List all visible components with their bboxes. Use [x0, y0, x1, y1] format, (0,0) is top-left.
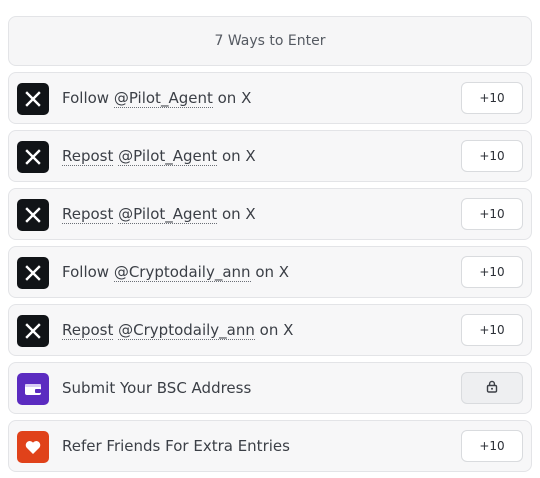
entry-label-suffix: on X	[217, 205, 256, 223]
entry-row-submit-bsc-address[interactable]: Submit Your BSC Address	[8, 362, 532, 414]
entry-label: Follow @Cryptodaily_ann on X	[62, 247, 289, 297]
points-button[interactable]: +10	[461, 198, 523, 230]
points-button[interactable]: +10	[461, 314, 523, 346]
repost-link[interactable]: Repost	[62, 321, 114, 340]
entry-row-repost-pilot-agent-2[interactable]: Repost @Pilot_Agent on X +10	[8, 188, 532, 240]
entry-label-suffix: on X	[212, 89, 252, 107]
entry-label: Repost @Pilot_Agent on X	[62, 189, 256, 239]
account-link[interactable]: @Pilot_Agent	[113, 89, 213, 108]
entry-label-text: Follow	[62, 89, 114, 107]
account-link[interactable]: @Pilot_Agent	[118, 205, 218, 224]
repost-link[interactable]: Repost	[62, 205, 114, 224]
entry-label: Submit Your BSC Address	[62, 379, 252, 397]
entry-row-follow-cryptodaily[interactable]: Follow @Cryptodaily_ann on X +10	[8, 246, 532, 298]
entry-label: Repost @Pilot_Agent on X	[62, 131, 256, 181]
entry-label-text: Follow	[62, 263, 114, 281]
x-logo-icon	[17, 83, 49, 115]
wallet-icon	[17, 373, 49, 405]
x-logo-icon	[17, 199, 49, 231]
entry-row-repost-cryptodaily[interactable]: Repost @Cryptodaily_ann on X +10	[8, 304, 532, 356]
entries-header: 7 Ways to Enter	[8, 16, 532, 66]
account-link[interactable]: @Pilot_Agent	[118, 147, 218, 166]
lock-icon	[486, 380, 498, 396]
x-logo-icon	[17, 257, 49, 289]
x-logo-icon	[17, 315, 49, 347]
account-link[interactable]: @Cryptodaily_ann	[113, 263, 251, 282]
heart-icon	[17, 431, 49, 463]
x-logo-icon	[17, 141, 49, 173]
repost-link[interactable]: Repost	[62, 147, 114, 166]
points-button[interactable]: +10	[461, 140, 523, 172]
locked-button[interactable]	[461, 372, 523, 404]
entry-row-follow-pilot-agent[interactable]: Follow @Pilot_Agent on X +10	[8, 72, 532, 124]
entry-row-repost-pilot-agent[interactable]: Repost @Pilot_Agent on X +10	[8, 130, 532, 182]
points-button[interactable]: +10	[461, 82, 523, 114]
entry-row-refer-friends[interactable]: Refer Friends For Extra Entries +10	[8, 420, 532, 472]
entry-label-suffix: on X	[217, 147, 256, 165]
entry-label: Repost @Cryptodaily_ann on X	[62, 305, 293, 355]
entry-label: Follow @Pilot_Agent on X	[62, 73, 251, 123]
points-button[interactable]: +10	[461, 256, 523, 288]
entry-label-suffix: on X	[254, 321, 294, 339]
entry-label: Refer Friends For Extra Entries	[62, 437, 290, 455]
entry-methods-panel: 7 Ways to Enter Follow @Pilot_Agent on X…	[0, 0, 540, 478]
entries-title: 7 Ways to Enter	[214, 33, 326, 49]
points-button[interactable]: +10	[461, 430, 523, 462]
account-link[interactable]: @Cryptodaily_ann	[118, 321, 255, 340]
entry-label-suffix: on X	[250, 263, 290, 281]
